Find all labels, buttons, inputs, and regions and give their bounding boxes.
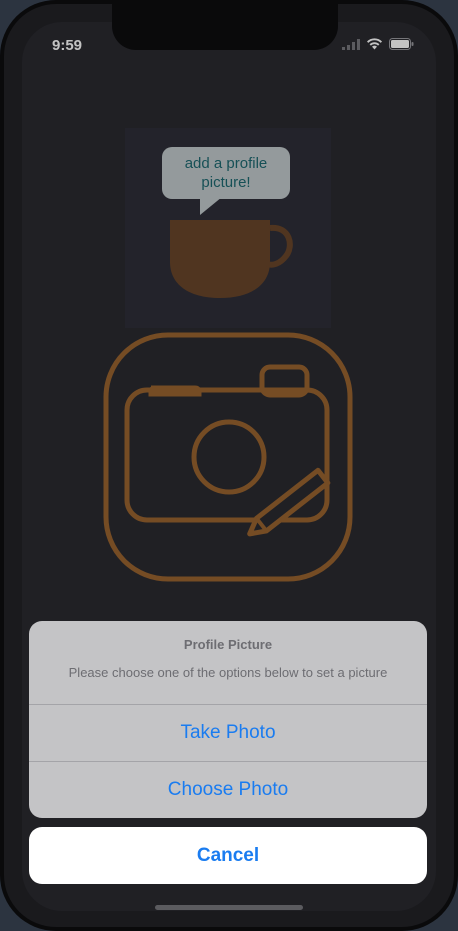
take-photo-button[interactable]: Take Photo bbox=[29, 705, 427, 761]
action-sheet-message: Please choose one of the options below t… bbox=[68, 665, 388, 680]
action-sheet-title: Profile Picture bbox=[183, 637, 273, 652]
choose-photo-button[interactable]: Choose Photo bbox=[29, 762, 427, 818]
action-sheet: Profile Picture Please choose one of the… bbox=[29, 621, 427, 818]
phone-frame: 9:59 add a profile picture! Profile Pict… bbox=[0, 0, 458, 931]
cancel-button[interactable]: Cancel bbox=[29, 827, 427, 884]
